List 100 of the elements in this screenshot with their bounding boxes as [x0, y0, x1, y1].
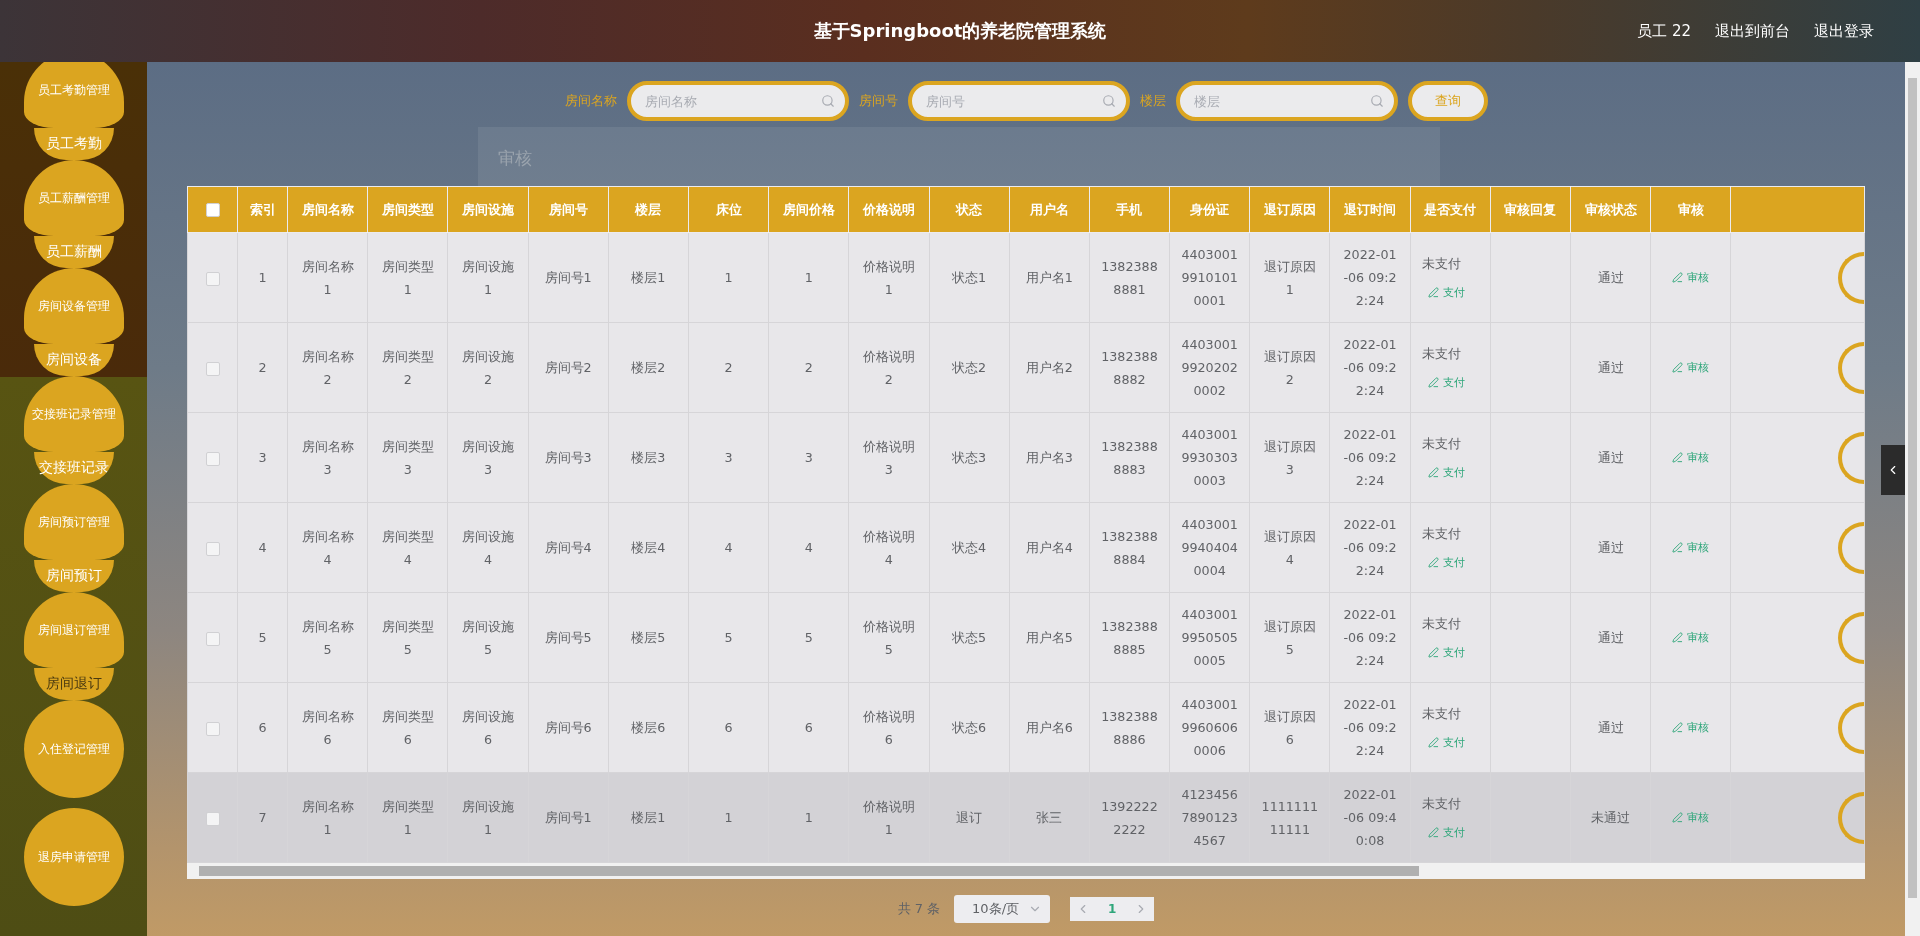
table-cell: 房间名称5 [301, 618, 354, 657]
submenu-item[interactable]: 房间预订 [33, 560, 114, 592]
table-cell: 楼层1 [631, 810, 666, 825]
review-link[interactable]: 审核 [1672, 715, 1710, 739]
pen-icon [1427, 376, 1439, 388]
submenu-item[interactable]: 员工考勤 [33, 128, 114, 160]
pay-link[interactable]: 支付 [1427, 550, 1465, 574]
pay-link[interactable]: 支付 [1427, 370, 1465, 394]
table-cell: 13823888884 [1101, 528, 1158, 567]
row-checkbox[interactable] [205, 631, 220, 646]
menu-item[interactable]: 房间预订管理 [23, 484, 124, 560]
table-cell: 状态2 [952, 360, 987, 375]
table-cell: 111111111111 [1261, 798, 1319, 837]
menu-item[interactable]: 入住登记管理 [23, 700, 124, 798]
select-all-checkbox[interactable] [205, 203, 220, 218]
pen-icon [1427, 466, 1439, 478]
row-checkbox[interactable] [205, 361, 220, 376]
row-checkbox[interactable] [205, 721, 220, 736]
menu-item[interactable]: 房间设备管理 [23, 268, 124, 344]
round-button[interactable] [1838, 701, 1864, 754]
table-cell: 房间名称1 [301, 798, 354, 837]
review-link[interactable]: 审核 [1672, 805, 1710, 829]
column-header: 状态 [956, 201, 983, 217]
round-button[interactable] [1838, 251, 1864, 304]
menu-item[interactable]: 退房申请管理 [23, 808, 124, 906]
table-cell: 房间类型3 [381, 438, 434, 477]
pay-link[interactable]: 支付 [1427, 730, 1465, 754]
menu-item[interactable]: 房间退订管理 [23, 592, 124, 668]
menu-item[interactable]: 交接班记录管理 [23, 376, 124, 452]
table-cell: 通过 [1597, 720, 1624, 735]
search-button[interactable]: 查询 [1407, 81, 1488, 121]
field-label: 楼层 [1139, 92, 1166, 110]
table-cell: 13823888881 [1101, 258, 1158, 297]
review-link[interactable]: 审核 [1672, 265, 1710, 289]
pay-link[interactable]: 支付 [1427, 820, 1465, 844]
submenu-item[interactable]: 房间设备 [33, 344, 114, 376]
table-cell: 价格说明2 [862, 348, 915, 387]
menu-item[interactable]: 员工考勤管理 [23, 62, 124, 128]
table-cell: 房间号5 [544, 630, 592, 645]
table-cell: 440300199404040004 [1181, 517, 1238, 578]
pay-link[interactable]: 支付 [1427, 460, 1465, 484]
table-cell: 价格说明3 [862, 438, 915, 477]
table-cell: 房间设施1 [461, 258, 514, 297]
round-button[interactable] [1838, 431, 1864, 484]
table-cell: 用户名4 [1025, 540, 1073, 555]
menu-item[interactable]: 员工薪酬管理 [23, 160, 124, 236]
row-checkbox[interactable] [205, 811, 220, 826]
table-cell: 状态4 [952, 540, 987, 555]
column-header: 用户名 [1029, 201, 1069, 217]
table-cell: 房间名称1 [301, 258, 354, 297]
table-cell: 440300199202020002 [1181, 337, 1238, 398]
round-button[interactable] [1838, 521, 1864, 574]
field-label: 房间名称 [564, 92, 617, 110]
column-header: 退订时间 [1344, 201, 1397, 217]
table-cell: 13823888882 [1101, 348, 1158, 387]
pay-link[interactable]: 支付 [1427, 280, 1465, 304]
table-cell: 用户名3 [1025, 450, 1073, 465]
pen-icon [1672, 721, 1684, 733]
user-name: 员工 22 [1637, 21, 1691, 41]
table-cell: 退订原因2 [1263, 348, 1316, 387]
search-field[interactable]: 房间号 [907, 81, 1130, 121]
review-link[interactable]: 审核 [1672, 445, 1710, 469]
pen-icon [1427, 556, 1439, 568]
review-link[interactable]: 审核 [1672, 355, 1710, 379]
row-checkbox[interactable] [205, 541, 220, 556]
table-cell: 440300199303030003 [1181, 427, 1238, 488]
pay-link[interactable]: 支付 [1427, 640, 1465, 664]
search-field[interactable]: 房间名称 [626, 81, 849, 121]
table-cell: 状态5 [952, 630, 987, 645]
table-cell: 房间类型5 [381, 618, 434, 657]
header-link[interactable]: 退出登录 [1814, 21, 1874, 41]
pen-icon [1672, 811, 1684, 823]
row-checkbox[interactable] [205, 271, 220, 286]
submenu-item[interactable]: 员工薪酬 [33, 236, 114, 268]
pen-icon [1427, 286, 1439, 298]
table-cell: 4 [724, 540, 733, 555]
page-button[interactable]: 1 [1100, 902, 1125, 916]
review-link[interactable]: 审核 [1672, 535, 1710, 559]
table-cell: 房间设施1 [461, 798, 514, 837]
table-cell: 房间名称4 [301, 528, 354, 567]
table-cell: 房间号6 [544, 720, 592, 735]
table-cell: 房间号4 [544, 540, 592, 555]
vertical-scrollbar[interactable] [1905, 62, 1920, 936]
page-size-select[interactable]: 10条/页 [954, 895, 1051, 923]
horizontal-scrollbar[interactable] [187, 863, 1865, 879]
review-link[interactable]: 审核 [1672, 625, 1710, 649]
header-link[interactable]: 退出到前台 [1715, 21, 1790, 41]
table-cell: 楼层2 [631, 360, 666, 375]
column-header: 房间名称 [301, 201, 354, 217]
row-checkbox[interactable] [205, 451, 220, 466]
table-cell: 2 [724, 360, 733, 375]
table-cell: 440300199101010001 [1181, 247, 1238, 308]
collapse-tab[interactable] [1881, 445, 1905, 495]
table-cell: 2022-01-06 09:40:08 [1343, 787, 1397, 848]
submenu-item[interactable]: 房间退订 [33, 668, 114, 700]
round-button[interactable] [1838, 341, 1864, 394]
round-button[interactable] [1838, 611, 1864, 664]
search-field[interactable]: 楼层 [1175, 81, 1398, 121]
round-button[interactable] [1838, 791, 1864, 844]
submenu-item[interactable]: 交接班记录 [33, 452, 114, 484]
